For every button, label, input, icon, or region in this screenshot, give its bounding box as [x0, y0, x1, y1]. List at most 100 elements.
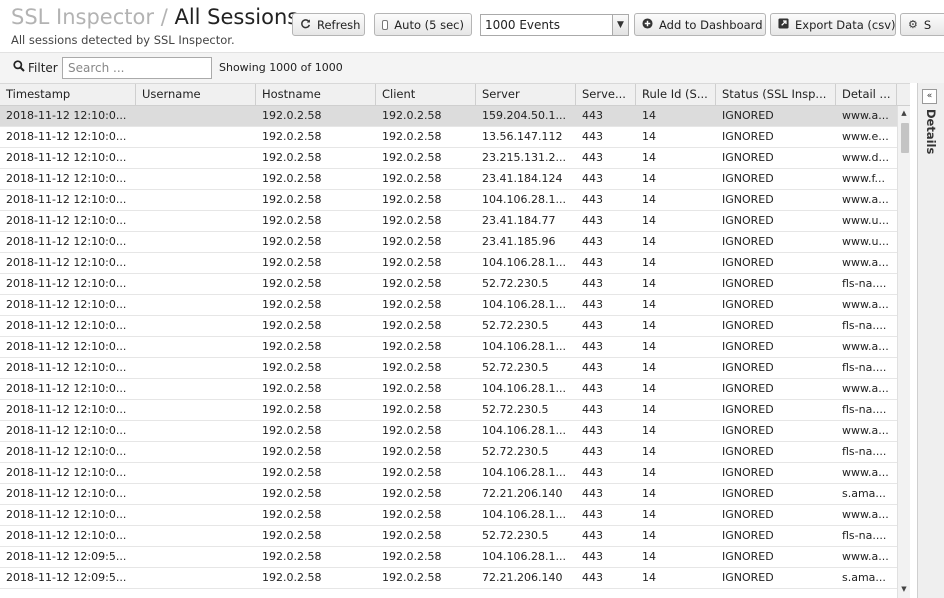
table-row[interactable]: 2018-11-12 12:10:0... 192.0.2.58 192.0.2.5…: [0, 337, 897, 358]
cell-client: 192.0.2.58: [382, 487, 442, 500]
column-header-detail[interactable]: Detail ...: [836, 84, 897, 106]
add-to-dashboard-button[interactable]: Add to Dashboard: [634, 13, 766, 36]
column-header-server[interactable]: Server: [476, 84, 576, 106]
events-select[interactable]: 1000 Events ▼: [480, 14, 629, 36]
search-input[interactable]: [62, 57, 212, 79]
cell-status: IGNORED: [722, 235, 774, 248]
cell-server-port: 443: [582, 256, 603, 269]
cell-server-port: 443: [582, 466, 603, 479]
table-row[interactable]: 2018-11-12 12:10:0... 192.0.2.58 192.0.2.5…: [0, 484, 897, 505]
table-header: Timestamp Username Hostname Client Server Ser…: [0, 83, 897, 106]
settings-button[interactable]: ⚙ S: [900, 13, 944, 36]
cell-username: [136, 421, 256, 441]
table-row[interactable]: 2018-11-12 12:10:0... 192.0.2.58 192.0.2.5…: [0, 253, 897, 274]
cell-username: [136, 274, 256, 294]
table-row[interactable]: 2018-11-12 12:10:0... 192.0.2.58 192.0.2.5…: [0, 526, 897, 547]
cell-detail: www.a...: [842, 109, 889, 122]
cell-status: IGNORED: [722, 193, 774, 206]
cell-hostname: 192.0.2.58: [262, 487, 322, 500]
cell-server-port: 443: [582, 130, 603, 143]
refresh-icon: [300, 18, 311, 32]
cell-client: 192.0.2.58: [382, 256, 442, 269]
column-header-status[interactable]: Status (SSL Insp...: [716, 84, 836, 106]
cell-status: IGNORED: [722, 130, 774, 143]
table-row[interactable]: 2018-11-12 12:10:0... 192.0.2.58 192.0.2.5…: [0, 148, 897, 169]
cell-server: 72.21.206.140: [482, 487, 563, 500]
table-row[interactable]: 2018-11-12 12:10:0... 192.0.2.58 192.0.2.5…: [0, 463, 897, 484]
table-row[interactable]: 2018-11-12 12:10:0... 192.0.2.58 192.0.2.5…: [0, 505, 897, 526]
chevron-down-icon[interactable]: ▼: [612, 15, 628, 35]
table-row[interactable]: 2018-11-12 12:10:0... 192.0.2.58 192.0.2.5…: [0, 421, 897, 442]
table-row[interactable]: 2018-11-12 12:10:0... 192.0.2.58 192.0.2.5…: [0, 232, 897, 253]
cell-timestamp: 2018-11-12 12:10:0...: [6, 214, 127, 227]
table-row[interactable]: 2018-11-12 12:10:0... 192.0.2.58 192.0.2.5…: [0, 442, 897, 463]
cell-hostname: 192.0.2.58: [262, 466, 322, 479]
page-header: SSL Inspector / All Sessions All session…: [0, 0, 944, 52]
cell-status: IGNORED: [722, 424, 774, 437]
table-row[interactable]: 2018-11-12 12:10:0... 192.0.2.58 192.0.2.5…: [0, 106, 897, 127]
details-panel-label[interactable]: Details: [922, 109, 938, 169]
auto-refresh-checkbox[interactable]: [382, 19, 389, 30]
cell-server: 23.41.185.96: [482, 235, 556, 248]
column-header-rule-id[interactable]: Rule Id (S...: [636, 84, 716, 106]
cell-hostname: 192.0.2.58: [262, 382, 322, 395]
table-row[interactable]: 2018-11-12 12:09:5... 192.0.2.58 192.0.2.5…: [0, 547, 897, 568]
cell-hostname: 192.0.2.58: [262, 298, 322, 311]
cell-rule-id: 14: [642, 151, 656, 164]
cell-status: IGNORED: [722, 466, 774, 479]
cell-server: 104.106.28.1...: [482, 466, 566, 479]
cell-rule-id: 14: [642, 487, 656, 500]
filter-label-group: Filter: [13, 60, 58, 75]
table-row[interactable]: 2018-11-12 12:10:0... 192.0.2.58 192.0.2.5…: [0, 127, 897, 148]
column-header-hostname[interactable]: Hostname: [256, 84, 376, 106]
table-row[interactable]: 2018-11-12 12:10:0... 192.0.2.58 192.0.2.5…: [0, 295, 897, 316]
cell-server: 159.204.50.1...: [482, 109, 566, 122]
vertical-scrollbar[interactable]: ▲ ▼: [897, 106, 910, 598]
cell-detail: fls-na....: [842, 361, 887, 374]
table-row[interactable]: 2018-11-12 12:10:0... 192.0.2.58 192.0.2.5…: [0, 400, 897, 421]
table-row[interactable]: 2018-11-12 12:10:0... 192.0.2.58 192.0.2.5…: [0, 169, 897, 190]
auto-refresh-toggle[interactable]: Auto (5 sec): [374, 13, 472, 36]
cell-server-port: 443: [582, 571, 603, 584]
breadcrumb-ssl-inspector[interactable]: SSL Inspector: [11, 5, 154, 29]
cell-client: 192.0.2.58: [382, 361, 442, 374]
table-row[interactable]: 2018-11-12 12:10:0... 192.0.2.58 192.0.2.5…: [0, 211, 897, 232]
cell-server: 104.106.28.1...: [482, 256, 566, 269]
cell-server-port: 443: [582, 529, 603, 542]
cell-detail: www.a...: [842, 256, 889, 269]
column-header-timestamp[interactable]: Timestamp: [0, 84, 136, 106]
cell-server-port: 443: [582, 193, 603, 206]
table-row[interactable]: 2018-11-12 12:10:0... 192.0.2.58 192.0.2.5…: [0, 190, 897, 211]
cell-hostname: 192.0.2.58: [262, 130, 322, 143]
column-header-server-port[interactable]: Serve...: [576, 84, 636, 106]
scroll-up-icon[interactable]: ▲: [898, 107, 910, 119]
cell-rule-id: 14: [642, 109, 656, 122]
column-header-client[interactable]: Client: [376, 84, 476, 106]
column-header-username[interactable]: Username: [136, 84, 256, 106]
cell-hostname: 192.0.2.58: [262, 214, 322, 227]
double-chevron-left-icon[interactable]: «: [922, 89, 937, 104]
result-count: Showing 1000 of 1000: [219, 61, 343, 74]
refresh-button[interactable]: Refresh: [292, 13, 365, 36]
cell-status: IGNORED: [722, 214, 774, 227]
table-row[interactable]: 2018-11-12 12:10:0... 192.0.2.58 192.0.2.5…: [0, 379, 897, 400]
table-row[interactable]: 2018-11-12 12:10:0... 192.0.2.58 192.0.2.5…: [0, 358, 897, 379]
cell-username: [136, 211, 256, 231]
export-data-button[interactable]: Export Data (csv): [770, 13, 896, 36]
cell-timestamp: 2018-11-12 12:10:0...: [6, 298, 127, 311]
scrollbar-thumb[interactable]: [901, 123, 909, 153]
cell-username: [136, 442, 256, 462]
page-subtitle: All sessions detected by SSL Inspector.: [11, 33, 235, 47]
scroll-down-icon[interactable]: ▼: [898, 583, 910, 595]
cell-status: IGNORED: [722, 403, 774, 416]
table-row[interactable]: 2018-11-12 12:10:0... 192.0.2.58 192.0.2.5…: [0, 274, 897, 295]
table-row[interactable]: 2018-11-12 12:09:5... 192.0.2.58 192.0.2.5…: [0, 568, 897, 589]
table-row[interactable]: 2018-11-12 12:10:0... 192.0.2.58 192.0.2.5…: [0, 316, 897, 337]
cell-timestamp: 2018-11-12 12:10:0...: [6, 382, 127, 395]
cell-client: 192.0.2.58: [382, 466, 442, 479]
details-panel[interactable]: « Details: [917, 83, 944, 598]
auto-refresh-label: Auto (5 sec): [394, 17, 464, 32]
cell-server: 13.56.147.112: [482, 130, 563, 143]
cell-client: 192.0.2.58: [382, 508, 442, 521]
cell-timestamp: 2018-11-12 12:10:0...: [6, 487, 127, 500]
